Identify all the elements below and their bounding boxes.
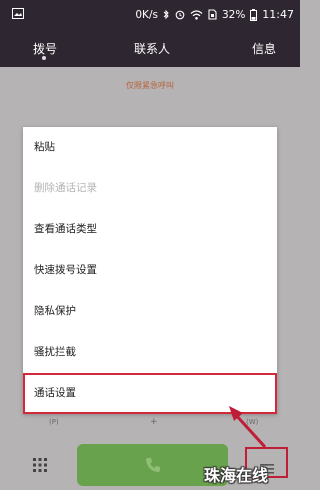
watermark: 珠海在线 <box>204 466 269 485</box>
annotation-arrow <box>229 406 267 449</box>
